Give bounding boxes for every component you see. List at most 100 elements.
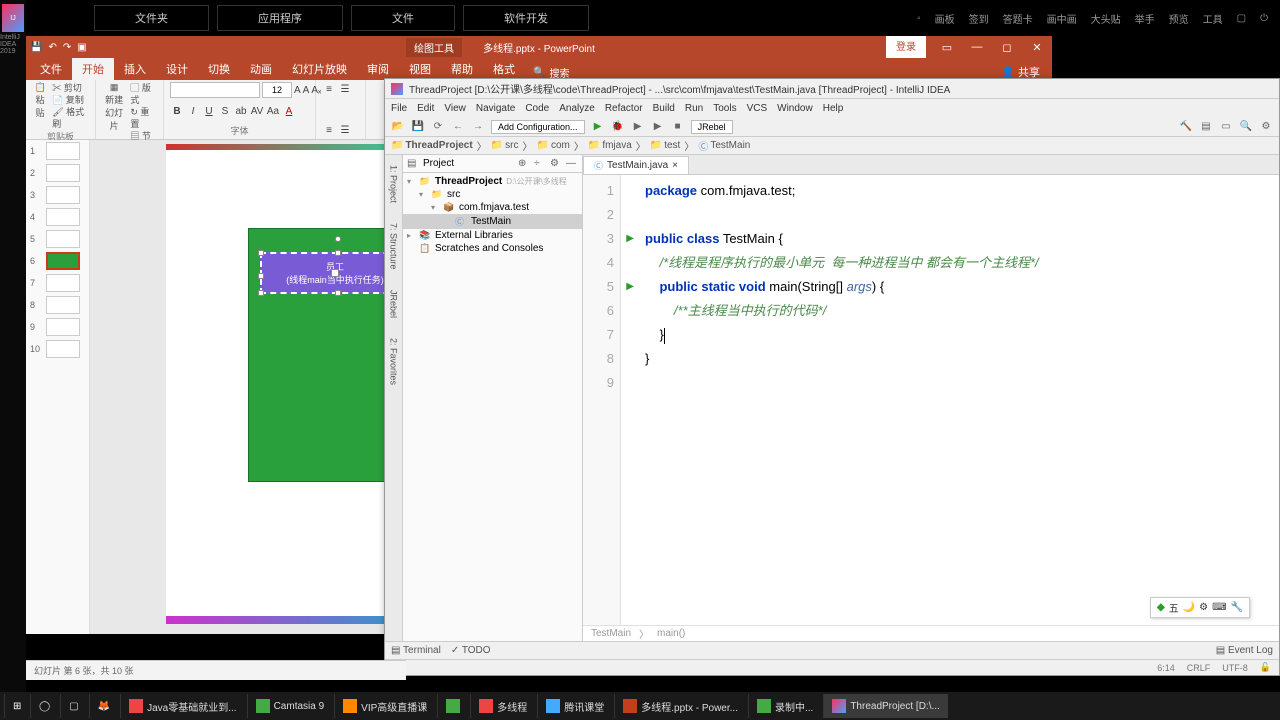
ribbon-tab-view[interactable]: 视图 bbox=[399, 58, 441, 80]
increase-font-icon[interactable]: A bbox=[294, 83, 301, 97]
line-separator[interactable]: CRLF bbox=[1187, 663, 1211, 673]
italic-icon[interactable]: I bbox=[186, 104, 200, 118]
spacing-icon[interactable]: AV bbox=[250, 104, 264, 118]
menu-help[interactable]: Help bbox=[823, 103, 844, 114]
taskbar-app[interactable]: 🦊 bbox=[89, 694, 118, 718]
ribbon-tab-home[interactable]: 开始 bbox=[72, 58, 114, 80]
font-color-icon[interactable]: A bbox=[282, 104, 296, 118]
layout-button[interactable]: ▢ 版式 bbox=[130, 82, 157, 106]
menu-navigate[interactable]: Navigate bbox=[476, 103, 515, 114]
intellij-logo-icon[interactable]: IJ bbox=[2, 4, 24, 32]
code-content[interactable]: package com.fmjava.test; public class Te… bbox=[621, 175, 1039, 625]
reset-button[interactable]: ↻ 重置 bbox=[130, 106, 157, 130]
crumb[interactable]: 📁test bbox=[650, 140, 681, 151]
underline-icon[interactable]: U bbox=[202, 104, 216, 118]
ime-tool-icon[interactable]: 🔧 bbox=[1231, 602, 1243, 613]
new-slide-button[interactable]: ▦新建 幻灯片 bbox=[102, 82, 126, 142]
run-icon[interactable]: ▶ bbox=[591, 120, 605, 134]
tree-class-selected[interactable]: ⒸTestMain bbox=[403, 214, 582, 229]
thumbnail-selected[interactable]: 6 bbox=[26, 250, 89, 272]
terminal-tab[interactable]: ▤ Terminal bbox=[391, 645, 441, 656]
top-action[interactable]: 举手 bbox=[1135, 11, 1155, 26]
build-icon[interactable]: 🔨 bbox=[1179, 120, 1193, 134]
copy-button[interactable]: 📄 复制 bbox=[52, 94, 89, 106]
top-action[interactable]: 答题卡 bbox=[1003, 11, 1033, 26]
top-action[interactable]: 预览 bbox=[1169, 11, 1189, 26]
ribbon-tab-format[interactable]: 格式 bbox=[483, 58, 525, 80]
idea-left-tool-tabs[interactable]: 1: Project 7: Structure JRebel 2: Favori… bbox=[385, 155, 403, 641]
bullets-icon[interactable]: ≡ bbox=[322, 82, 336, 96]
menu-window[interactable]: Window bbox=[777, 103, 813, 114]
thumbnail[interactable]: 5 bbox=[26, 228, 89, 250]
ribbon-tab-file[interactable]: 文件 bbox=[30, 58, 72, 80]
taskbar-app[interactable]: 腾讯课堂 bbox=[537, 694, 612, 718]
redo-icon[interactable]: ↷ bbox=[63, 42, 71, 53]
top-action[interactable]: 大头贴 bbox=[1091, 11, 1121, 26]
cortana-icon[interactable]: ◯ bbox=[30, 694, 58, 718]
encoding[interactable]: UTF-8 bbox=[1222, 663, 1248, 673]
thumbnail[interactable]: 9 bbox=[26, 316, 89, 338]
save-icon[interactable]: 💾 bbox=[30, 42, 42, 53]
highlight-icon[interactable]: Aa bbox=[266, 104, 280, 118]
taskbar-app[interactable]: 多线程 bbox=[470, 694, 535, 718]
thumbnail[interactable]: 2 bbox=[26, 162, 89, 184]
tool-tab-favorites[interactable]: 2: Favorites bbox=[389, 338, 399, 385]
add-configuration-combo[interactable]: Add Configuration... bbox=[491, 120, 585, 134]
todo-tab[interactable]: ✓ TODO bbox=[451, 645, 491, 656]
taskbar-app-active[interactable]: ThreadProject [D:\... bbox=[823, 694, 947, 718]
avd-icon[interactable]: ▭ bbox=[1219, 120, 1233, 134]
debug-icon[interactable]: 🐞 bbox=[611, 120, 625, 134]
taskbar-app[interactable] bbox=[437, 694, 468, 718]
ribbon-options-icon[interactable]: ▭ bbox=[932, 36, 962, 58]
taskview-icon[interactable]: ▢ bbox=[60, 694, 86, 718]
menu-vcs[interactable]: VCS bbox=[747, 103, 768, 114]
taskbar-app[interactable]: Java零基础就业到... bbox=[120, 694, 244, 718]
taskbar-app[interactable]: 录制中... bbox=[748, 694, 821, 718]
undo-icon[interactable]: ↶ bbox=[48, 42, 56, 53]
top-tab[interactable]: 文件夹 bbox=[94, 5, 209, 31]
top-action[interactable]: ◦ bbox=[917, 13, 921, 24]
profile-icon[interactable]: ▶ bbox=[651, 120, 665, 134]
thumbnail[interactable]: 1 bbox=[26, 140, 89, 162]
menu-file[interactable]: File bbox=[391, 103, 407, 114]
back-icon[interactable]: ← bbox=[451, 120, 465, 134]
crumb[interactable]: 📁fmjava bbox=[588, 140, 632, 151]
align-left-icon[interactable]: ☰ bbox=[338, 82, 352, 96]
top-action[interactable]: 工具 bbox=[1203, 11, 1223, 26]
menu-build[interactable]: Build bbox=[653, 103, 675, 114]
top-tab[interactable]: 软件开发 bbox=[463, 5, 589, 31]
top-tab[interactable]: 应用程序 bbox=[217, 5, 343, 31]
align-center-icon[interactable]: ≡ bbox=[322, 123, 336, 137]
menu-view[interactable]: View bbox=[444, 103, 466, 114]
code-editor[interactable]: 123456789 ▶ ▶ package com.fmjava.test; p… bbox=[583, 175, 1279, 625]
rotate-handle-icon[interactable] bbox=[335, 236, 341, 242]
close-icon[interactable]: ✕ bbox=[1022, 36, 1052, 58]
font-family-combo[interactable] bbox=[170, 82, 260, 98]
gear-icon[interactable]: ⚙ bbox=[550, 158, 562, 169]
thumbnail[interactable]: 3 bbox=[26, 184, 89, 206]
strike-icon[interactable]: S bbox=[218, 104, 232, 118]
shadow-icon[interactable]: ab bbox=[234, 104, 248, 118]
font-size-combo[interactable] bbox=[262, 82, 292, 98]
taskbar-app[interactable]: Camtasia 9 bbox=[247, 694, 333, 718]
crumb[interactable]: 📁src bbox=[491, 140, 519, 151]
expand-icon[interactable]: ⊕ bbox=[518, 158, 530, 169]
event-log-tab[interactable]: ▤ Event Log bbox=[1216, 645, 1273, 656]
ime-keyboard-icon[interactable]: ⌨ bbox=[1212, 602, 1226, 613]
taskbar-app[interactable]: VIP高级直播课 bbox=[334, 694, 435, 718]
slide-canvas[interactable]: 员工 (线程main当中执行任务) bbox=[90, 140, 410, 634]
start-button[interactable]: ⊞ bbox=[4, 694, 28, 718]
ime-mode-icon[interactable]: 🌙 bbox=[1183, 602, 1195, 613]
search-icon[interactable]: 🔍 bbox=[1239, 120, 1253, 134]
taskbar-app[interactable]: 多线程.pptx - Power... bbox=[614, 694, 746, 718]
thumbnail[interactable]: 8 bbox=[26, 294, 89, 316]
menu-tools[interactable]: Tools bbox=[713, 103, 736, 114]
crumb[interactable]: TestMain bbox=[591, 628, 631, 639]
top-action[interactable]: 签到 bbox=[969, 11, 989, 26]
login-button[interactable]: 登录 bbox=[886, 36, 926, 58]
ribbon-tab-design[interactable]: 设计 bbox=[156, 58, 198, 80]
close-tab-icon[interactable]: × bbox=[672, 160, 678, 171]
maximize-icon[interactable]: ◻ bbox=[992, 36, 1022, 58]
coverage-icon[interactable]: ▶ bbox=[631, 120, 645, 134]
tool-tab-project[interactable]: 1: Project bbox=[389, 165, 399, 203]
